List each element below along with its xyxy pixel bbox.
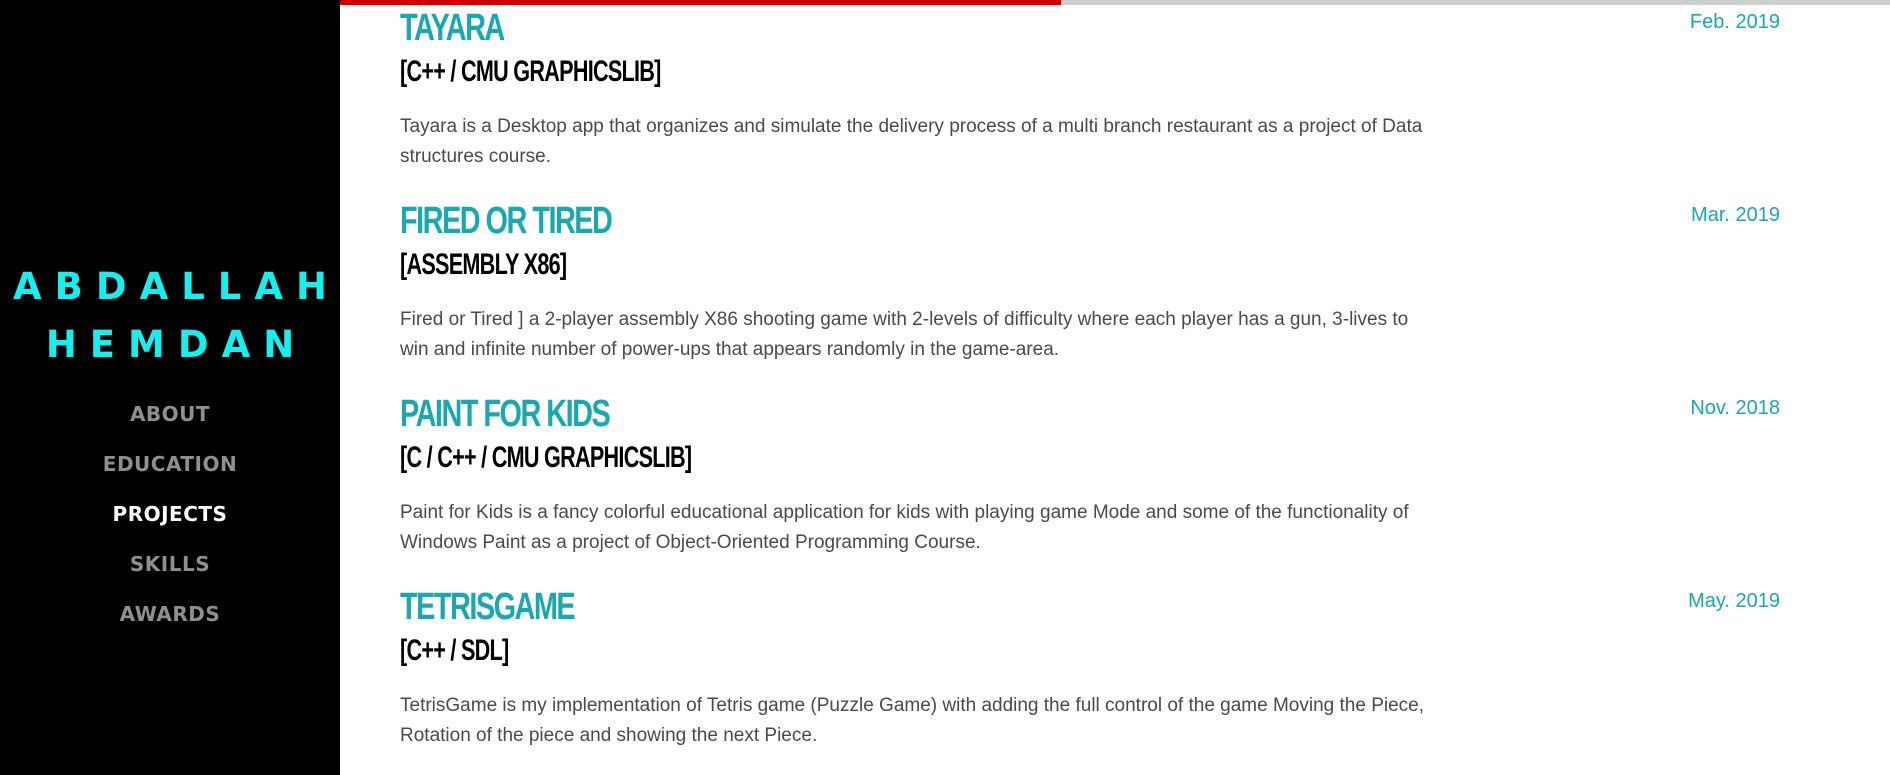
project-item-fired-or-tired: FIRED OR TIRED [ASSEMBLY X86] Fired or T… <box>400 199 1780 389</box>
project-item-tayara: TAYARA [C++ / CMU GRAPHICSLIB] Tayara is… <box>400 6 1780 196</box>
sidebar: ABDALLAH HEMDAN ABOUT EDUCATION PROJECTS… <box>0 0 340 775</box>
project-description: Fired or Tired ] a 2-player assembly X86… <box>400 309 1409 360</box>
nav-link-about[interactable]: ABOUT <box>0 402 340 452</box>
brand-last-name: HEMDAN <box>45 323 308 366</box>
brand-first-name: ABDALLAH <box>13 265 340 308</box>
project-item-paint-for-kids: PAINT FOR KIDS [C / C++ / CMU GRAPHICSLI… <box>400 392 1780 582</box>
project-tech-stack: [C / C++ / CMU GRAPHICSLIB] <box>400 441 692 474</box>
nav-link-projects[interactable]: PROJECTS <box>0 502 340 552</box>
project-date: Feb. 2019 <box>1689 11 1780 33</box>
nav-link-education[interactable]: EDUCATION <box>0 452 340 502</box>
nav-link-awards[interactable]: AWARDS <box>0 602 340 652</box>
project-description: TetrisGame is my implementation of Tetri… <box>400 695 1424 746</box>
project-title: TAYARA <box>400 7 505 49</box>
project-title: TETRISGAME <box>400 586 576 628</box>
projects-section: TAYARA [C++ / CMU GRAPHICSLIB] Tayara is… <box>400 0 1780 775</box>
project-tech-stack: [C++ / CMU GRAPHICSLIB] <box>400 55 661 88</box>
project-title: FIRED OR TIRED <box>400 200 613 242</box>
project-title: PAINT FOR KIDS <box>400 393 611 435</box>
project-date: Mar. 2019 <box>1691 204 1780 226</box>
project-description: Paint for Kids is a fancy colorful educa… <box>400 502 1409 553</box>
project-tech-stack: [ASSEMBLY X86] <box>400 248 567 281</box>
project-description: Tayara is a Desktop app that organizes a… <box>400 116 1423 167</box>
main-nav: ABOUT EDUCATION PROJECTS SKILLS AWARDS <box>0 402 340 652</box>
project-tech-stack: [C++ / SDL] <box>400 634 509 667</box>
site-brand-name[interactable]: ABDALLAH HEMDAN <box>0 258 340 374</box>
project-date: Nov. 2018 <box>1690 397 1780 419</box>
nav-link-skills[interactable]: SKILLS <box>0 552 340 602</box>
project-item-tetrisgame: TETRISGAME [C++ / SDL] TetrisGame is my … <box>400 585 1780 775</box>
project-date: May. 2019 <box>1688 590 1780 612</box>
